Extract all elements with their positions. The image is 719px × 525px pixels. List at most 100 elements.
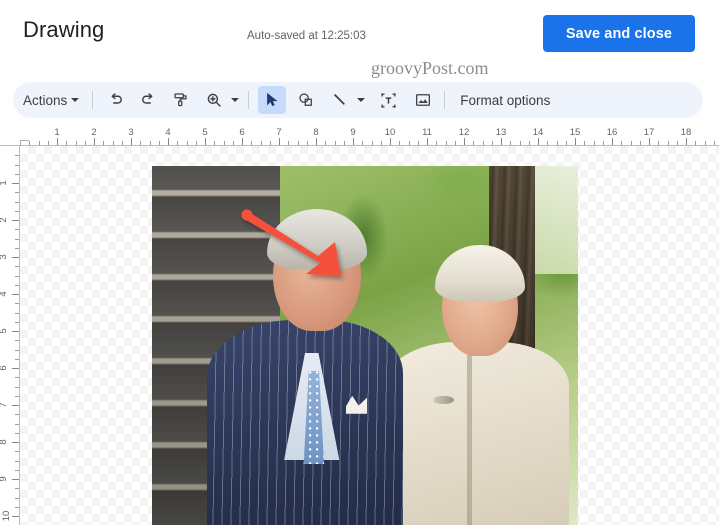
ruler-tick-minor [658,141,660,145]
ruler-tick-minor [593,141,595,145]
ruler-label: 11 [422,127,432,138]
ruler-label: 1 [0,180,9,185]
ruler-tick-minor [15,497,19,499]
zoom-icon[interactable] [200,86,228,114]
drawing-canvas[interactable] [20,146,719,525]
ruler-tick-minor [584,141,586,145]
photo-person-right-seam [467,352,473,525]
ruler-tick-major [94,138,95,145]
ruler-tick-minor [15,451,19,453]
ruler-tick-minor [602,141,604,145]
ruler-tick-major [575,138,576,145]
ruler-tick-minor [15,488,19,490]
ruler-tick-major [649,138,650,145]
ruler-tick-minor [232,141,234,145]
ruler-tick-minor [66,141,68,145]
line-icon[interactable] [326,86,354,114]
ruler-label: 17 [643,127,655,138]
chevron-down-icon [231,98,240,102]
ruler-label: 16 [606,127,618,138]
redo-icon[interactable] [134,86,162,114]
ruler-tick-minor [15,469,19,471]
ruler-tick-minor [15,340,19,342]
app-header: Drawing Auto-saved at 12:25:03 Save and … [0,0,719,62]
ruler-tick-minor [149,141,151,145]
ruler-tick-minor [704,141,706,145]
ruler-tick-minor [15,229,19,231]
actions-menu-button[interactable]: Actions [13,86,87,114]
ruler-label: 9 [350,127,356,138]
ruler-tick-major [12,294,19,295]
save-and-close-button[interactable]: Save and close [543,15,695,52]
autosave-status: Auto-saved at 12:25:03 [247,30,366,42]
ruler-label: 8 [0,439,9,444]
ruler-tick-minor [186,141,188,145]
ruler-tick-minor [306,141,308,145]
drawing-toolbar: Actions Format options [13,82,703,118]
ruler-tick-minor [15,423,19,425]
ruler-tick-minor [519,141,521,145]
ruler-tick-major [612,138,613,145]
line-dropdown-chevron-down-icon[interactable] [354,86,368,114]
ruler-tick-minor [639,141,641,145]
photo-object[interactable] [152,166,578,525]
ruler-label: 10 [384,127,396,138]
vertical-ruler[interactable]: 1 2 3 4 5 6 7 8 9 10 [0,146,20,525]
ruler-tick-major [427,138,428,145]
ruler-tick-minor [15,395,19,397]
ruler-tick-minor [556,141,558,145]
ruler-label: 7 [276,127,282,138]
paint-format-icon[interactable] [167,86,195,114]
ruler-tick-minor [547,141,549,145]
ruler-tick-minor [15,201,19,203]
ruler-tick-major [12,442,19,443]
ruler-tick-minor [15,192,19,194]
horizontal-ruler[interactable]: 1 2 3 4 5 6 7 8 9 10 11 12 13 14 15 16 17 18 [0,126,719,146]
ruler-tick-minor [75,141,77,145]
undo-icon[interactable] [102,86,130,114]
ruler-tick-major [501,138,502,145]
format-options-button[interactable]: Format options [450,86,560,114]
ruler-tick-minor [713,141,715,145]
watermark: groovyPost.com [371,58,489,78]
select-icon[interactable] [258,86,287,114]
ruler-tick-minor [158,141,160,145]
ruler-tick-minor [29,141,31,145]
ruler-tick-minor [343,141,345,145]
ruler-tick-minor [15,238,19,240]
ruler-tick-minor [195,141,197,145]
ruler-tick-minor [269,141,271,145]
ruler-tick-minor [84,141,86,145]
ruler-tick-major [390,138,391,145]
ruler-tick-major [12,183,19,184]
ruler-tick-minor [223,141,225,145]
chevron-down-icon [71,98,80,102]
ruler-tick-major [131,138,132,145]
ruler-tick-minor [510,141,512,145]
ruler-label: 4 [0,291,9,296]
shape-icon[interactable] [292,86,320,114]
ruler-tick-minor [621,141,623,145]
ruler-tick-minor [15,164,19,166]
ruler-tick-minor [565,141,567,145]
zoom-dropdown-chevron-down-icon[interactable] [228,86,242,114]
ruler-tick-minor [15,414,19,416]
ruler-tick-minor [15,432,19,434]
ruler-tick-major [12,405,19,406]
ruler-tick-major [12,257,19,258]
text-box-icon[interactable] [374,86,402,114]
ruler-label: 6 [0,365,9,370]
ruler-tick-minor [15,460,19,462]
ruler-tick-minor [491,141,493,145]
toolbar-divider [92,91,94,109]
ruler-tick-minor [417,141,419,145]
ruler-label: 12 [458,127,470,138]
ruler-tick-minor [15,321,19,323]
ruler-label: 10 [0,510,12,522]
ruler-tick-major [279,138,280,145]
ruler-tick-minor [408,141,410,145]
ruler-label: 6 [239,127,245,138]
image-icon[interactable] [409,86,437,114]
ruler-tick-major [12,220,19,221]
ruler-tick-minor [47,141,49,145]
